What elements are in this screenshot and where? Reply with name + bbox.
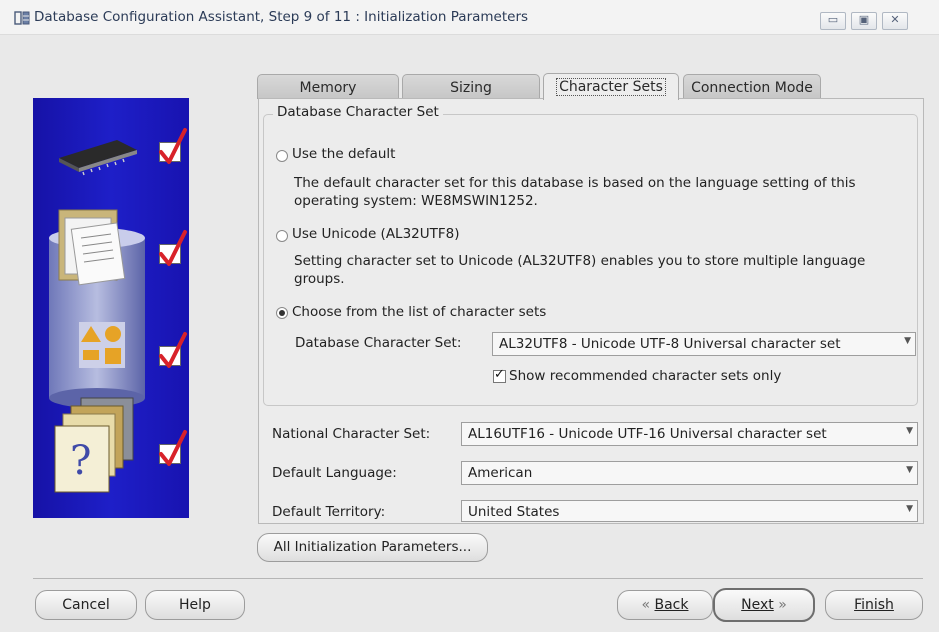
default-description: The default character set for this datab… [294, 175, 856, 191]
next-button[interactable]: Next » [713, 588, 815, 622]
national-charset-label: National Character Set: [272, 426, 431, 442]
maximize-icon: ▣ [858, 13, 870, 26]
default-territory-select[interactable]: United States ▼ [461, 500, 918, 522]
default-description-2: operating system: WE8MSWIN1252. [294, 193, 538, 209]
show-recommended-label[interactable]: Show recommended character sets only [509, 368, 781, 384]
all-init-params-button[interactable]: All Initialization Parameters... [257, 533, 488, 562]
minimize-icon: ▭ [827, 13, 839, 26]
tab-connection-mode[interactable]: Connection Mode [683, 74, 821, 99]
default-language-select[interactable]: American ▼ [461, 461, 918, 485]
chevron-down-icon: ▼ [906, 504, 913, 514]
chevron-right-icon: » [773, 597, 787, 613]
database-charset-select[interactable]: AL32UTF8 - Unicode UTF-8 Universal chara… [492, 332, 916, 356]
radio-use-default[interactable] [276, 150, 288, 162]
radio-choose-list-label[interactable]: Choose from the list of character sets [292, 304, 546, 320]
cancel-button[interactable]: Cancel [35, 590, 137, 620]
radio-use-default-label[interactable]: Use the default [292, 146, 395, 162]
unicode-description-2: groups. [294, 271, 345, 287]
window-title: Database Configuration Assistant, Step 9… [34, 9, 529, 25]
radio-choose-list[interactable] [276, 307, 288, 319]
chevron-down-icon: ▼ [906, 426, 913, 436]
default-language-label: Default Language: [272, 465, 397, 481]
group-title: Database Character Set [273, 104, 443, 120]
unicode-description: Setting character set to Unicode (AL32UT… [294, 253, 866, 269]
title-bar: Database Configuration Assistant, Step 9… [0, 0, 939, 35]
app-icon [14, 11, 30, 25]
finish-button[interactable]: Finish [825, 590, 923, 620]
database-charset-label: Database Character Set: [295, 335, 462, 351]
default-territory-label: Default Territory: [272, 504, 386, 520]
maximize-button[interactable]: ▣ [851, 12, 877, 30]
tab-memory[interactable]: Memory [257, 74, 399, 99]
tab-sizing[interactable]: Sizing [402, 74, 540, 99]
radio-use-unicode-label[interactable]: Use Unicode (AL32UTF8) [292, 226, 460, 242]
chevron-down-icon: ▼ [904, 336, 911, 346]
chevron-left-icon: « [641, 597, 655, 613]
tab-character-sets[interactable]: Character Sets [543, 73, 679, 100]
chevron-down-icon: ▼ [906, 465, 913, 475]
close-button[interactable]: ✕ [882, 12, 908, 30]
minimize-button[interactable]: ▭ [820, 12, 846, 30]
help-button[interactable]: Help [145, 590, 245, 620]
checkmark-icons [159, 128, 187, 466]
footer-separator [33, 578, 923, 579]
national-charset-select[interactable]: AL16UTF16 - Unicode UTF-16 Universal cha… [461, 422, 918, 446]
show-recommended-checkbox[interactable] [493, 367, 506, 383]
wizard-illustration: ? [33, 98, 189, 518]
close-icon: ✕ [890, 13, 900, 26]
back-button[interactable]: « Back [617, 590, 713, 620]
radio-use-unicode[interactable] [276, 230, 288, 242]
